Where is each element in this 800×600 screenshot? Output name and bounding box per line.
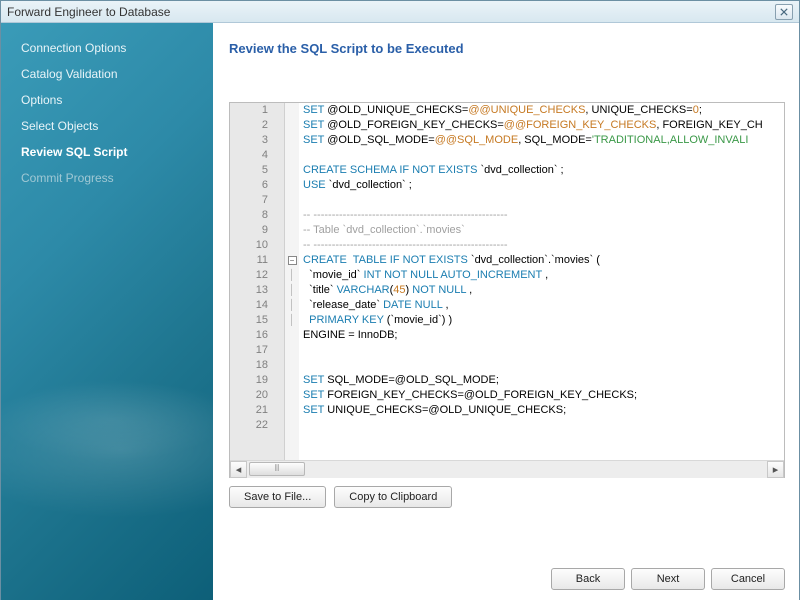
line-number: 13 (230, 283, 274, 298)
code-line: SET @OLD_SQL_MODE=@@SQL_MODE, SQL_MODE='… (303, 133, 784, 148)
line-number: 7 (230, 193, 274, 208)
fold-cell (285, 373, 299, 388)
code-area[interactable]: SET @OLD_UNIQUE_CHECKS=@@UNIQUE_CHECKS, … (299, 103, 784, 460)
fold-cell (285, 163, 299, 178)
fold-cell (285, 118, 299, 133)
save-to-file-button[interactable]: Save to File... (229, 486, 326, 508)
line-gutter: 12345678910111213141516171819202122 (230, 103, 285, 460)
line-number: 1 (230, 103, 274, 118)
code-line: `release_date` DATE NULL , (303, 298, 784, 313)
code-line: SET FOREIGN_KEY_CHECKS=@OLD_FOREIGN_KEY_… (303, 388, 784, 403)
code-line: SET SQL_MODE=@OLD_SQL_MODE; (303, 373, 784, 388)
fold-column: −││││ (285, 103, 299, 460)
scroll-right-button[interactable]: ▸ (767, 461, 784, 478)
code-line: `movie_id` INT NOT NULL AUTO_INCREMENT , (303, 268, 784, 283)
code-line: ENGINE = InnoDB; (303, 328, 784, 343)
code-line: PRIMARY KEY (`movie_id`) ) (303, 313, 784, 328)
line-number: 3 (230, 133, 274, 148)
sidebar-item-options[interactable]: Options (1, 87, 213, 113)
sidebar-item-commit-progress: Commit Progress (1, 165, 213, 191)
wizard-footer: Back Next Cancel (229, 560, 785, 590)
code-line: -- Table `dvd_collection`.`movies` (303, 223, 784, 238)
fold-cell (285, 418, 299, 433)
sql-editor[interactable]: 12345678910111213141516171819202122 −│││… (229, 102, 785, 478)
fold-cell (285, 148, 299, 163)
code-line (303, 343, 784, 358)
fold-cell (285, 223, 299, 238)
fold-cell: │ (285, 268, 299, 283)
code-line: USE `dvd_collection` ; (303, 178, 784, 193)
titlebar: Forward Engineer to Database (1, 1, 799, 23)
fold-cell: │ (285, 298, 299, 313)
fold-cell (285, 343, 299, 358)
fold-toggle-icon[interactable]: − (288, 256, 297, 265)
sidebar-item-review-sql-script[interactable]: Review SQL Script (1, 139, 213, 165)
code-line (303, 193, 784, 208)
code-line: `title` VARCHAR(45) NOT NULL , (303, 283, 784, 298)
line-number: 21 (230, 403, 274, 418)
fold-cell: │ (285, 313, 299, 328)
main-panel: Review the SQL Script to be Executed 123… (213, 23, 799, 600)
line-number: 10 (230, 238, 274, 253)
code-line (303, 148, 784, 163)
sidebar-item-select-objects[interactable]: Select Objects (1, 113, 213, 139)
fold-cell (285, 133, 299, 148)
code-line: -- -------------------------------------… (303, 238, 784, 253)
line-number: 14 (230, 298, 274, 313)
fold-cell (285, 193, 299, 208)
code-line (303, 358, 784, 373)
line-number: 4 (230, 148, 274, 163)
scroll-thumb[interactable] (249, 462, 305, 476)
sidebar: Connection OptionsCatalog ValidationOpti… (1, 23, 213, 600)
line-number: 19 (230, 373, 274, 388)
copy-to-clipboard-button[interactable]: Copy to Clipboard (334, 486, 452, 508)
fold-cell[interactable]: − (285, 253, 299, 268)
code-line: CREATE TABLE IF NOT EXISTS `dvd_collecti… (303, 253, 784, 268)
line-number: 2 (230, 118, 274, 133)
code-line: SET UNIQUE_CHECKS=@OLD_UNIQUE_CHECKS; (303, 403, 784, 418)
fold-cell (285, 403, 299, 418)
scroll-left-button[interactable]: ◂ (230, 461, 247, 478)
sidebar-item-catalog-validation[interactable]: Catalog Validation (1, 61, 213, 87)
close-icon (780, 8, 788, 16)
line-number: 11 (230, 253, 274, 268)
scroll-track[interactable] (247, 461, 767, 478)
line-number: 16 (230, 328, 274, 343)
line-number: 18 (230, 358, 274, 373)
fold-cell (285, 388, 299, 403)
horizontal-scrollbar[interactable]: ◂ ▸ (230, 460, 784, 477)
line-number: 8 (230, 208, 274, 223)
next-button[interactable]: Next (631, 568, 705, 590)
line-number: 12 (230, 268, 274, 283)
fold-cell (285, 208, 299, 223)
line-number: 22 (230, 418, 274, 433)
code-line: SET @OLD_UNIQUE_CHECKS=@@UNIQUE_CHECKS, … (303, 103, 784, 118)
fold-cell: │ (285, 283, 299, 298)
line-number: 20 (230, 388, 274, 403)
close-button[interactable] (775, 4, 793, 20)
sidebar-item-connection-options[interactable]: Connection Options (1, 35, 213, 61)
fold-cell (285, 238, 299, 253)
code-line: SET @OLD_FOREIGN_KEY_CHECKS=@@FOREIGN_KE… (303, 118, 784, 133)
action-row: Save to File... Copy to Clipboard (229, 486, 785, 508)
line-number: 5 (230, 163, 274, 178)
code-line (303, 418, 784, 433)
fold-cell (285, 328, 299, 343)
page-title: Review the SQL Script to be Executed (229, 41, 785, 56)
fold-cell (285, 103, 299, 118)
code-line: CREATE SCHEMA IF NOT EXISTS `dvd_collect… (303, 163, 784, 178)
line-number: 9 (230, 223, 274, 238)
line-number: 15 (230, 313, 274, 328)
cancel-button[interactable]: Cancel (711, 568, 785, 590)
line-number: 17 (230, 343, 274, 358)
window-title: Forward Engineer to Database (7, 5, 775, 19)
line-number: 6 (230, 178, 274, 193)
code-line: -- -------------------------------------… (303, 208, 784, 223)
back-button[interactable]: Back (551, 568, 625, 590)
fold-cell (285, 358, 299, 373)
fold-cell (285, 178, 299, 193)
